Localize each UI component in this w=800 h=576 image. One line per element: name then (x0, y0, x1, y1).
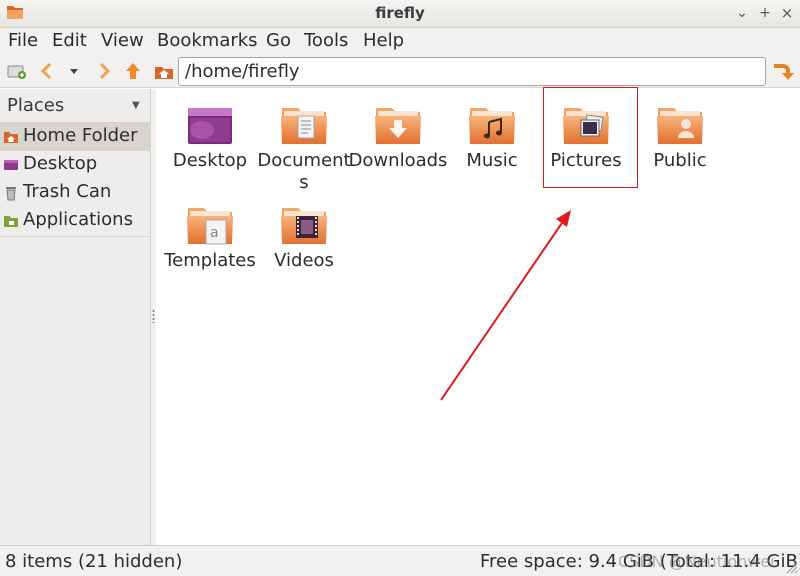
file-label: Desktop (172, 150, 248, 171)
file-label: Public (653, 150, 707, 171)
grip-dots-icon (152, 309, 155, 323)
menu-view[interactable]: View (101, 30, 144, 51)
videos-folder-icon (280, 202, 328, 246)
menu-edit[interactable]: Edit (52, 30, 87, 51)
sidebar-item-trash[interactable]: Trash Can (0, 179, 151, 207)
sidebar-divider (0, 236, 151, 237)
pictures-folder-icon (562, 102, 610, 146)
file-label: Pictures (550, 150, 622, 171)
trash-icon (6, 187, 16, 201)
sidebar-item-label: Applications (23, 209, 133, 230)
file-item-videos[interactable]: Videos (258, 194, 350, 290)
sidebar-item-applications[interactable]: Applications (0, 207, 151, 235)
menu-file[interactable]: File (8, 30, 38, 51)
sidebar-item-label: Home Folder (23, 125, 138, 146)
toolbar: /home/firefly (0, 54, 800, 88)
file-item-desktop[interactable]: Desktop (164, 94, 256, 190)
home-folder-icon (4, 132, 18, 143)
home-icon[interactable] (153, 60, 175, 82)
templates-folder-icon: a (186, 202, 234, 245)
menu-bookmarks[interactable]: Bookmarks (157, 30, 258, 51)
downloads-folder-icon (374, 102, 422, 146)
file-label: Downloads (348, 150, 448, 171)
sidebar-item-label: Trash Can (23, 181, 112, 202)
forward-icon[interactable] (93, 60, 115, 82)
menu-tools[interactable]: Tools (304, 30, 348, 51)
title-bar: firefly ⌄ + × (0, 0, 800, 28)
file-label: Videos (274, 250, 334, 271)
file-label: Documents (257, 150, 351, 193)
file-label: Music (466, 150, 518, 171)
sidebar-item-home-folder[interactable]: Home Folder (0, 123, 151, 151)
music-folder-icon (468, 102, 516, 146)
history-dropdown-icon[interactable] (63, 60, 85, 82)
file-item-public[interactable]: Public (634, 94, 726, 190)
sidebar-item-desktop[interactable]: Desktop (0, 151, 151, 179)
desktop-icon (4, 160, 18, 170)
file-item-documents[interactable]: Documents (257, 94, 351, 193)
file-item-downloads[interactable]: Downloads (349, 94, 447, 190)
chevron-down-icon[interactable]: ▼ (132, 100, 140, 111)
applications-icon (4, 216, 18, 227)
back-icon[interactable] (36, 60, 58, 82)
maximize-button[interactable]: + (755, 3, 775, 23)
file-view: Desktop Documents Downloads Music Pictur… (156, 89, 800, 545)
sidebar: Places ▼ Home Folder Desktop Trash Can A… (0, 89, 151, 545)
desktop-folder-icon (188, 108, 232, 144)
documents-folder-icon (280, 102, 328, 146)
minimize-button[interactable]: ⌄ (732, 3, 752, 23)
sidebar-header-label: Places (7, 95, 65, 116)
file-item-music[interactable]: Music (446, 94, 538, 190)
sidebar-item-label: Desktop (23, 153, 98, 174)
go-icon[interactable] (770, 60, 794, 82)
file-label: Templates (164, 250, 256, 271)
file-item-templates[interactable]: a Templates (164, 194, 256, 290)
close-button[interactable]: × (777, 3, 797, 23)
window-title: firefly (375, 4, 425, 22)
watermark: CSDN @Neutionwei (618, 552, 775, 571)
resize-grip-icon[interactable] (786, 562, 798, 574)
up-icon[interactable] (122, 60, 144, 82)
file-item-pictures[interactable]: Pictures (540, 94, 632, 190)
new-tab-icon[interactable] (6, 60, 28, 82)
status-bar: 8 items (21 hidden) Free space: 9.4 GiB … (0, 545, 800, 576)
svg-text:a: a (210, 225, 219, 241)
sidebar-header[interactable]: Places ▼ (0, 89, 151, 122)
menu-bar: File Edit View Bookmarks Go Tools Help (0, 28, 800, 54)
location-bar[interactable]: /home/firefly (178, 57, 766, 86)
menu-go[interactable]: Go (266, 30, 291, 51)
public-folder-icon (656, 102, 704, 146)
status-item-count: 8 items (21 hidden) (5, 551, 183, 572)
menu-help[interactable]: Help (363, 30, 404, 51)
